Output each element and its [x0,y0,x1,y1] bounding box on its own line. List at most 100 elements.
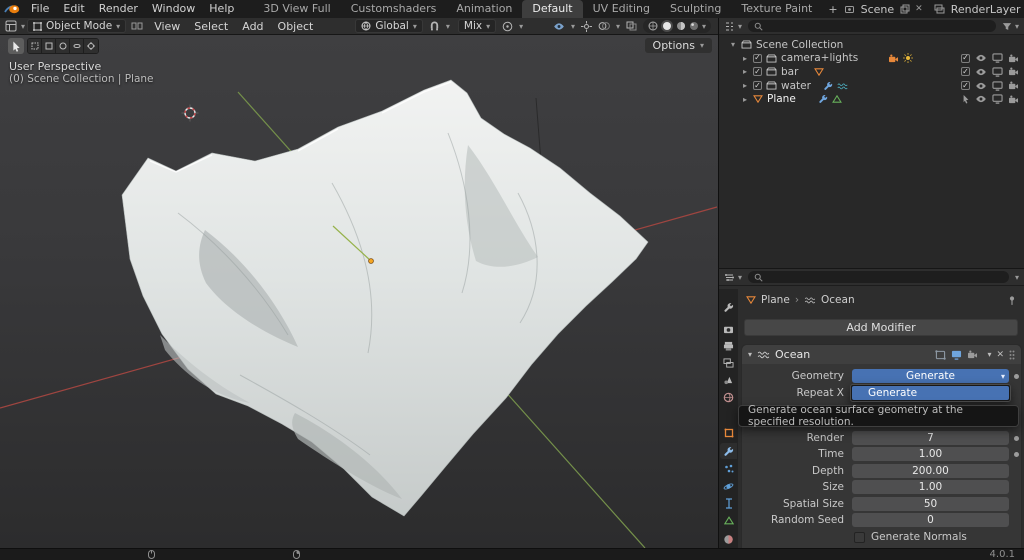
disable-viewport-icon[interactable] [992,81,1003,91]
options-button[interactable]: Options ▾ [645,38,712,53]
view-layer-selector[interactable]: RenderLayer [948,3,1024,16]
active-tool-select-box[interactable] [8,38,24,54]
blender-logo-icon[interactable] [0,4,24,14]
exclude-checkbox[interactable]: ✓ [753,81,762,90]
display-editmode-icon[interactable] [935,350,946,360]
tab-render[interactable] [720,321,737,337]
ocean-modifier-header[interactable]: ▾ Ocean ▾ ✕ [742,345,1021,364]
shading-rendered-icon[interactable] [689,21,699,31]
menu-select[interactable]: Select [188,18,234,35]
menu-file[interactable]: File [24,0,56,18]
tab-constraints[interactable] [720,495,737,511]
show-gizmo-icon[interactable] [581,21,592,32]
filter-icon[interactable] [1002,22,1012,31]
disable-viewport-icon[interactable] [992,53,1003,63]
drag-handle-icon[interactable] [1009,350,1015,360]
tab-particles[interactable] [720,461,737,477]
editor-type-icon[interactable] [724,272,735,283]
tool-cursor[interactable] [84,39,98,53]
selectable-checkbox[interactable]: ✓ [961,54,970,63]
blend-mode-selector[interactable]: Mix ▾ [458,19,496,33]
tab-uv-editing[interactable]: UV Editing [583,0,660,18]
tab-scene[interactable] [720,372,737,388]
snap-magnet-icon[interactable] [425,21,444,32]
shading-wireframe-icon[interactable] [648,21,658,31]
panel-collapse-icon[interactable]: ▾ [748,350,752,359]
tab-material[interactable] [720,531,737,547]
modifier-extras-icon[interactable]: ▾ [987,350,991,359]
add-modifier-button[interactable]: Add Modifier [744,319,1018,336]
menu-edit[interactable]: Edit [56,0,91,18]
object-visibility-icon[interactable] [553,22,565,31]
breadcrumb-object[interactable]: Plane [761,294,790,306]
menu-add[interactable]: Add [236,18,269,35]
disclosure-closed-icon[interactable]: ▸ [741,95,749,104]
disclosure-closed-icon[interactable]: ▸ [741,81,749,90]
tab-texture-paint[interactable]: Texture Paint [731,0,822,18]
transfer-mode-icon[interactable] [128,21,146,31]
size-field[interactable]: 1.00 [852,480,1009,494]
tab-sculpting[interactable]: Sculpting [660,0,731,18]
delete-modifier-icon[interactable]: ✕ [996,350,1004,360]
tab-output[interactable] [720,338,737,354]
properties-search-field[interactable] [748,271,1009,283]
menu-object[interactable]: Object [272,18,320,35]
selectable-checkbox[interactable]: ✓ [961,67,970,76]
display-render-icon[interactable] [967,350,978,359]
selectable-arrow-icon[interactable] [962,94,970,104]
generate-normals-checkbox[interactable] [854,532,865,543]
proportional-editing-icon[interactable] [498,21,517,32]
disclosure-open-icon[interactable]: ▾ [729,40,737,49]
pin-icon[interactable] [1008,295,1016,306]
hide-eye-icon[interactable] [975,82,987,90]
tab-customshaders[interactable]: Customshaders [341,0,447,18]
tab-3d-view-full[interactable]: 3D View Full [253,0,340,18]
menu-window[interactable]: Window [145,0,202,18]
ocean-mesh-object[interactable] [122,80,648,516]
add-workspace-button[interactable]: + [822,2,843,18]
dropdown-item-generate[interactable]: Generate [852,386,1009,400]
keyframe-dot[interactable] [1014,452,1019,457]
tab-object[interactable] [720,425,737,441]
time-field[interactable]: 1.00 [852,447,1009,461]
outliner-row-water[interactable]: ▸ ✓ water ✓ [719,79,1024,93]
outliner-search-field[interactable] [748,20,996,32]
outliner-row-plane[interactable]: ▸ Plane [719,92,1024,106]
disable-render-icon[interactable] [1008,95,1019,104]
tab-view-layer[interactable] [720,355,737,371]
breadcrumb-modifier[interactable]: Ocean [821,294,855,306]
tool-tweak[interactable] [28,39,42,53]
outliner-row-bar[interactable]: ▸ ✓ bar ✓ [719,65,1024,79]
show-overlays-icon[interactable] [598,21,610,31]
toggle-xray-icon[interactable] [626,21,637,31]
menu-render[interactable]: Render [92,0,145,18]
editor-type-icon[interactable] [724,21,735,32]
menu-view[interactable]: View [148,18,186,35]
menu-help[interactable]: Help [202,0,241,18]
tab-default[interactable]: Default [522,0,582,18]
mode-selector[interactable]: Object Mode ▾ [27,19,126,33]
scene-selector[interactable]: Scene [858,3,898,16]
tool-select-circle[interactable] [56,39,70,53]
depth-field[interactable]: 200.00 [852,464,1009,478]
tab-object-data[interactable] [720,512,737,528]
tab-tool[interactable] [720,299,737,315]
tab-modifiers[interactable] [720,443,737,459]
editor-type-icon[interactable] [3,20,19,32]
outliner-row-scene-collection[interactable]: ▾ Scene Collection [719,38,1024,52]
modifier-name-field[interactable]: Ocean [775,348,810,361]
disable-render-icon[interactable] [1008,54,1019,63]
disable-viewport-icon[interactable] [992,94,1003,104]
shading-solid-icon[interactable] [661,20,673,32]
hide-eye-icon[interactable] [975,68,987,76]
tab-world[interactable] [720,389,737,405]
disable-render-icon[interactable] [1008,67,1019,76]
transform-orientation-selector[interactable]: Global ▾ [355,19,423,33]
exclude-checkbox[interactable]: ✓ [753,67,762,76]
tab-animation[interactable]: Animation [446,0,522,18]
tool-select-lasso[interactable] [70,39,84,53]
keyframe-dot[interactable] [1014,374,1019,379]
disable-render-icon[interactable] [1008,81,1019,90]
disclosure-closed-icon[interactable]: ▸ [741,67,749,76]
exclude-checkbox[interactable]: ✓ [753,54,762,63]
